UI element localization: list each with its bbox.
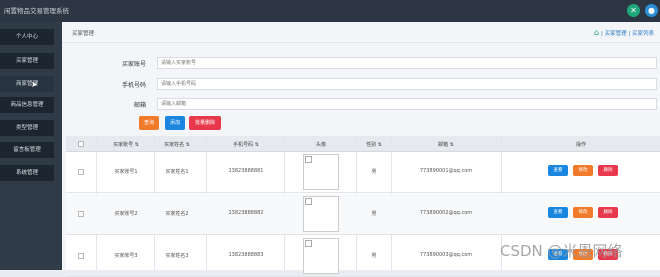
cell-gender: 男: [371, 169, 377, 175]
delete-button[interactable]: 删除: [598, 165, 618, 176]
content-header: 买家管理 ⌂ | 买家管理 | 买家列表: [62, 22, 660, 43]
close-circle-icon[interactable]: ✕: [627, 4, 640, 17]
edit-button[interactable]: 修改: [573, 207, 593, 218]
email-label: 邮箱: [133, 102, 146, 109]
edit-button[interactable]: 修改: [573, 165, 593, 176]
cell-name: 买家姓名3: [165, 253, 189, 259]
sidebar-item-system-management[interactable]: 系统管理: [0, 165, 54, 181]
cell-gender: 男: [371, 211, 377, 217]
app-title: 闲置物品交易管理系统: [4, 7, 69, 15]
avatar-image: [303, 154, 339, 190]
cell-email: 773890002@qq.com: [419, 210, 473, 216]
header-account[interactable]: 买家账号 ⇅: [101, 141, 151, 148]
phone-search-input[interactable]: [157, 78, 657, 90]
sidebar-item-product-management[interactable]: 商品信息管理: [0, 97, 54, 113]
add-button[interactable]: 添加: [165, 116, 185, 130]
account-search-input[interactable]: [157, 57, 657, 69]
header-actions: 操作: [575, 142, 586, 148]
header-gender[interactable]: 性别 ⇅: [364, 141, 384, 148]
email-search-input[interactable]: [157, 98, 657, 110]
sidebar: 个人中心 买家管理 商家管理 商品信息管理 类型管理 留言板管理 系统管理: [0, 22, 62, 270]
user-icon[interactable]: ●: [645, 4, 658, 17]
cell-phone: 13823888883: [228, 252, 264, 258]
watermark: CSDN @米恩网络: [500, 242, 623, 260]
view-button[interactable]: 查看: [548, 207, 568, 218]
search-button[interactable]: 查询: [139, 116, 159, 130]
cell-gender: 男: [371, 253, 377, 259]
account-label: 买家账号: [121, 61, 146, 68]
main-content: 买家管理 ⌂| 买家管理 | 买家列表 买家账号 手机号码 邮箱 查询 添加 批…: [62, 22, 660, 277]
table-row: 买家账号2 买家姓名2 13823888882 男 773890002@qq.c…: [66, 194, 660, 235]
header-avatar: 头像: [315, 142, 326, 148]
cell-account: 买家账号1: [114, 169, 138, 175]
row-checkbox[interactable]: [78, 211, 84, 217]
breadcrumb-text[interactable]: | 买家管理 | 买家列表: [601, 31, 654, 37]
page-title: 买家管理: [72, 31, 95, 37]
broken-image-icon: [305, 198, 312, 205]
cell-phone: 13823888881: [228, 168, 264, 174]
select-all-checkbox[interactable]: [78, 141, 84, 147]
broken-image-icon: [305, 156, 312, 163]
sidebar-item-buyer-management[interactable]: 买家管理: [0, 53, 54, 69]
sidebar-item-type-management[interactable]: 类型管理: [0, 120, 54, 136]
cell-phone: 13823888882: [228, 210, 264, 216]
cell-account: 买家账号2: [114, 211, 138, 217]
row-checkbox[interactable]: [78, 169, 84, 175]
phone-label: 手机号码: [121, 82, 146, 89]
header-phone[interactable]: 手机号码 ⇅: [211, 141, 281, 148]
delete-button[interactable]: 删除: [598, 207, 618, 218]
top-bar: 闲置物品交易管理系统 ✕ ●: [0, 0, 660, 22]
table-header: 买家账号 ⇅ 买家姓名 ⇅ 手机号码 ⇅ 头像 性别 ⇅ 邮箱 ⇅ 操作: [66, 136, 660, 152]
cell-name: 买家姓名1: [165, 169, 189, 175]
sidebar-item-merchant-management[interactable]: 商家管理: [0, 76, 54, 92]
sidebar-item-personal-center[interactable]: 个人中心: [0, 29, 54, 45]
row-checkbox[interactable]: [78, 253, 84, 259]
table-row: 买家账号1 买家姓名1 13823888881 男 773890001@qq.c…: [66, 152, 660, 193]
cell-account: 买家账号3: [114, 253, 138, 259]
header-name[interactable]: 买家姓名 ⇅: [152, 141, 202, 148]
home-icon[interactable]: ⌂: [594, 28, 599, 37]
cell-email: 773890001@qq.com: [419, 168, 473, 174]
cell-email: 773890003@qq.com: [419, 252, 473, 258]
batch-delete-button[interactable]: 批量删除: [189, 116, 221, 130]
cell-name: 买家姓名2: [165, 211, 189, 217]
sidebar-item-message-board[interactable]: 留言板管理: [0, 142, 54, 158]
avatar-image: [303, 196, 339, 232]
view-button[interactable]: 查看: [548, 165, 568, 176]
broken-image-icon: [305, 240, 312, 247]
mouse-cursor-icon: ➤: [31, 80, 38, 89]
header-email[interactable]: 邮箱 ⇅: [406, 141, 486, 148]
breadcrumb: ⌂ | 买家管理 | 买家列表: [594, 28, 654, 37]
avatar-image: [303, 238, 339, 274]
